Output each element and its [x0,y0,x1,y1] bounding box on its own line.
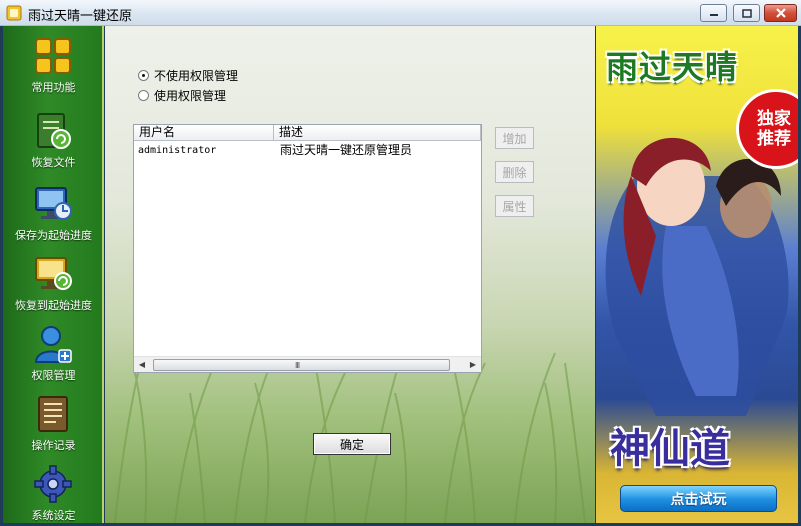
radio-button[interactable] [138,70,149,81]
radio-enable-permission[interactable]: 使用权限管理 [138,87,226,104]
sidebar: 常用功能 恢复文件 保存为起始进度 恢复到起始进度 权限管理 操作记录 系统设定 [3,26,104,523]
ad-badge-line: 推荐 [757,129,791,149]
sidebar-item-permission[interactable]: 权限管理 [3,318,104,388]
scroll-left-icon[interactable]: ◀ [134,357,150,373]
table-row[interactable]: administrator 雨过天晴一键还原管理员 [134,143,481,159]
cell-description: 雨过天晴一键还原管理员 [280,143,413,157]
sidebar-item-common[interactable]: 常用功能 [3,30,104,100]
log-book-icon [38,396,68,432]
column-header-description[interactable]: 描述 [274,125,481,141]
radio-label: 不使用权限管理 [154,69,239,83]
ad-game-logo: 神仙道 [610,425,730,472]
sidebar-item-label: 权限管理 [31,369,76,382]
ad-banner[interactable]: 雨过天晴 独家 推荐 神仙道 点击试玩 [596,26,798,523]
scroll-grip: III [295,361,300,370]
list-header: 用户名 描述 [134,125,481,141]
save-progress-icon [35,187,72,220]
sidebar-item-label: 恢复到起始进度 [15,299,92,312]
scroll-right-icon[interactable]: ▶ [465,357,481,373]
user-list[interactable]: 用户名 描述 administrator 雨过天晴一键还原管理员 ◀ III ▶ [133,124,482,373]
grid-icon [35,38,71,74]
restore-file-icon [37,113,71,149]
add-button[interactable]: 增加 [495,127,534,149]
scroll-thumb[interactable]: III [153,359,450,371]
ad-title: 雨过天晴 [606,48,739,86]
delete-button[interactable]: 删除 [495,161,534,183]
user-permission-icon [34,326,72,363]
radio-label: 使用权限管理 [154,89,227,103]
maximize-button[interactable] [733,4,760,22]
app-icon [6,5,22,21]
sidebar-item-settings[interactable]: 系统设定 [3,458,104,526]
ok-button[interactable]: 确定 [313,433,391,455]
gear-icon [34,465,72,503]
sidebar-item-restore-file[interactable]: 恢复文件 [3,105,104,175]
sidebar-item-log[interactable]: 操作记录 [3,388,104,458]
minimize-button[interactable] [700,4,727,22]
sidebar-item-save-progress[interactable]: 保存为起始进度 [3,178,104,248]
properties-button[interactable]: 属性 [495,195,534,217]
restore-progress-icon [35,257,72,290]
maximize-icon [734,5,759,21]
title-bar[interactable]: 雨过天晴一键还原 [0,0,801,26]
horizontal-scrollbar[interactable]: ◀ III ▶ [134,356,481,372]
sidebar-item-label: 保存为起始进度 [15,229,92,242]
sidebar-item-label: 恢复文件 [31,156,76,169]
column-header-username[interactable]: 用户名 [134,125,274,141]
cell-username: administrator [138,145,217,156]
close-icon [765,5,796,21]
radio-disable-permission[interactable]: 不使用权限管理 [138,67,238,84]
sidebar-item-restore-progress[interactable]: 恢复到起始进度 [3,248,104,318]
permission-panel: 不使用权限管理 使用权限管理 用户名 描述 administrator 雨过天晴… [105,26,595,523]
sidebar-item-label: 系统设定 [31,509,76,522]
ad-badge-line: 独家 [757,109,791,129]
play-now-button[interactable]: 点击试玩 [620,485,777,512]
sidebar-item-label: 操作记录 [31,439,76,452]
minimize-icon [701,5,726,21]
close-button[interactable] [764,4,797,22]
radio-button[interactable] [138,90,149,101]
window-title: 雨过天晴一键还原 [28,9,133,24]
sidebar-item-label: 常用功能 [31,81,76,94]
